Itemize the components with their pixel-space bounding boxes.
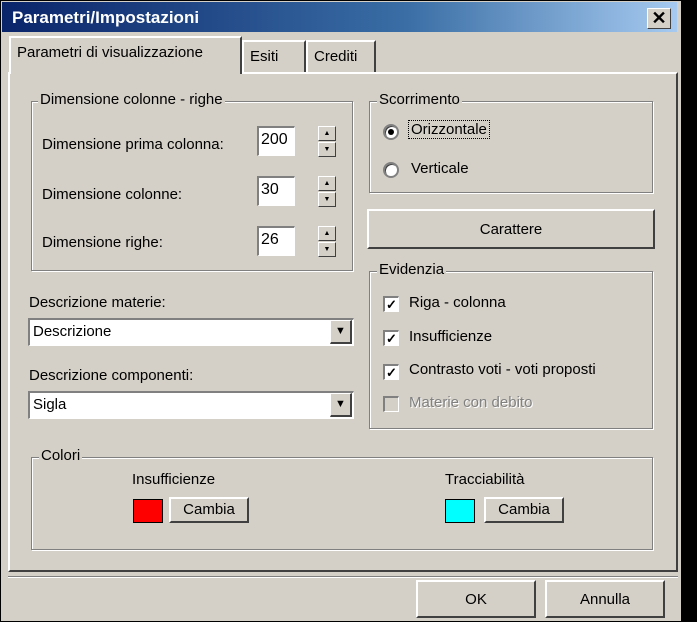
chevron-down-icon: ▼: [335, 325, 346, 337]
close-icon: ✕: [651, 8, 667, 28]
components-selected: Sigla: [33, 396, 67, 413]
subjects-label: Descrizione materie:: [29, 294, 166, 311]
subjects-selected: Descrizione: [33, 323, 112, 340]
window-edge: [681, 0, 697, 622]
columns-label: Dimensione colonne:: [42, 186, 183, 203]
radio-selected-dot: [388, 129, 394, 135]
arrow-down-icon: ▼: [323, 196, 331, 203]
components-label: Descrizione componenti:: [29, 367, 194, 384]
columns-up-button[interactable]: ▲: [318, 176, 336, 191]
radio-vertical-label[interactable]: Verticale: [411, 160, 469, 177]
traceability-color-swatch: [445, 499, 475, 523]
tab-crediti[interactable]: Crediti: [306, 40, 376, 72]
checkbox-contrasto-voti-label[interactable]: Contrasto voti - voti proposti: [409, 361, 596, 378]
arrow-down-icon: ▼: [323, 246, 331, 253]
radio-horizontal[interactable]: [383, 124, 399, 140]
first-column-down-button[interactable]: ▼: [318, 142, 336, 157]
insufficient-change-button[interactable]: Cambia: [169, 497, 249, 523]
arrow-down-icon: ▼: [323, 146, 331, 153]
arrow-up-icon: ▲: [323, 130, 331, 137]
checkbox-riga-colonna-label[interactable]: Riga - colonna: [409, 294, 506, 311]
font-button[interactable]: Carattere: [367, 209, 655, 249]
close-button[interactable]: ✕: [647, 8, 671, 29]
rows-input[interactable]: 26: [257, 226, 295, 256]
radio-vertical[interactable]: [383, 162, 399, 178]
tab-parametri-visualizzazione[interactable]: Parametri di visualizzazione: [9, 36, 242, 74]
checkbox-materie-debito[interactable]: [383, 396, 399, 412]
ok-button[interactable]: OK: [416, 580, 536, 618]
scrolling-group: [369, 101, 653, 193]
insufficient-color-swatch: [133, 499, 163, 523]
chevron-down-icon: ▼: [335, 398, 346, 410]
window-title: Parametri/Impostazioni: [12, 8, 200, 27]
columns-down-button[interactable]: ▼: [318, 192, 336, 207]
first-column-label: Dimensione prima colonna:: [42, 136, 224, 153]
scrolling-legend: Scorrimento: [377, 91, 462, 108]
subjects-dropdown-button[interactable]: ▼: [330, 320, 352, 344]
cancel-button[interactable]: Annulla: [545, 580, 665, 618]
highlight-legend: Evidenzia: [377, 261, 447, 278]
tab-label: Esiti: [250, 48, 279, 65]
checkbox-riga-colonna[interactable]: ✓: [383, 296, 399, 312]
checkbox-insufficienze[interactable]: ✓: [383, 330, 399, 346]
title-bar[interactable]: Parametri/Impostazioni ✕: [2, 2, 677, 32]
first-column-up-button[interactable]: ▲: [318, 126, 336, 141]
checkbox-insufficienze-label[interactable]: Insufficienze: [409, 328, 492, 345]
radio-horizontal-label[interactable]: Orizzontale: [408, 120, 490, 139]
tab-esiti[interactable]: Esiti: [242, 40, 306, 72]
arrow-up-icon: ▲: [323, 230, 331, 237]
components-dropdown-button[interactable]: ▼: [330, 393, 352, 417]
footer-separator: [8, 576, 678, 578]
columns-input[interactable]: 30: [257, 176, 295, 206]
rows-down-button[interactable]: ▼: [318, 242, 336, 257]
checkbox-materie-debito-label: Materie con debito: [409, 394, 533, 411]
dimensions-legend: Dimensione colonne - righe: [38, 91, 225, 108]
traceability-change-button[interactable]: Cambia: [484, 497, 564, 523]
first-column-input[interactable]: 200: [257, 126, 295, 156]
checkbox-contrasto-voti[interactable]: ✓: [383, 364, 399, 380]
rows-label: Dimensione righe:: [42, 234, 163, 251]
arrow-up-icon: ▲: [323, 180, 331, 187]
colors-legend: Colori: [39, 447, 83, 464]
tab-label: Crediti: [314, 48, 358, 65]
tab-label: Parametri di visualizzazione: [17, 44, 203, 61]
rows-up-button[interactable]: ▲: [318, 226, 336, 241]
components-dropdown[interactable]: Sigla: [28, 391, 354, 419]
insufficient-color-label: Insufficienze: [132, 471, 216, 488]
subjects-dropdown[interactable]: Descrizione: [28, 318, 354, 346]
traceability-color-label: Tracciabilità: [445, 471, 525, 488]
